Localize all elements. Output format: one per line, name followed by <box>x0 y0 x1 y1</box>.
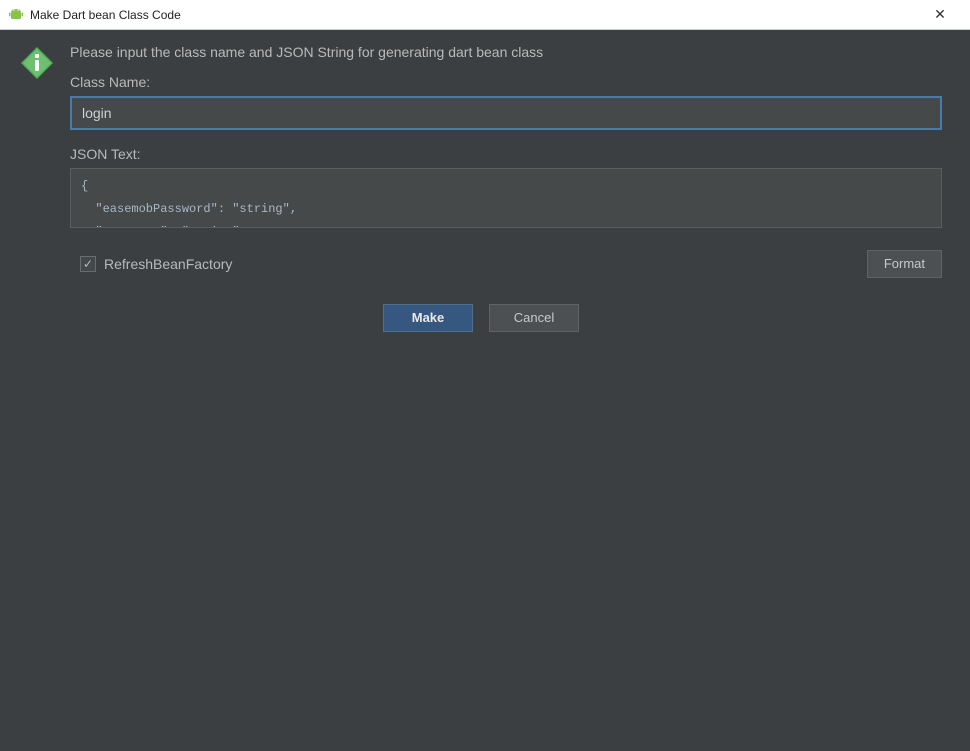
class-name-input[interactable] <box>82 105 930 121</box>
cancel-button-label: Cancel <box>514 310 554 325</box>
instruction-text: Please input the class name and JSON Str… <box>70 44 942 60</box>
dialog-button-bar: Make Cancel <box>20 278 942 342</box>
make-button[interactable]: Make <box>383 304 473 332</box>
class-name-field-wrap[interactable] <box>70 96 942 130</box>
cancel-button[interactable]: Cancel <box>489 304 579 332</box>
window-title: Make Dart bean Class Code <box>30 8 918 22</box>
refresh-checkbox[interactable]: ✓ <box>80 256 96 272</box>
checkmark-icon: ✓ <box>83 258 93 270</box>
info-icon <box>20 46 54 80</box>
close-button[interactable]: ✕ <box>918 1 962 29</box>
options-row: ✓ RefreshBeanFactory Format <box>70 250 942 278</box>
json-text-area[interactable]: { "easemobPassword": "string", "username… <box>70 168 942 228</box>
class-name-label: Class Name: <box>70 74 942 90</box>
format-button[interactable]: Format <box>867 250 942 278</box>
refresh-label: RefreshBeanFactory <box>104 256 232 272</box>
format-button-label: Format <box>884 256 925 271</box>
dialog-body: Please input the class name and JSON Str… <box>0 30 970 751</box>
make-button-label: Make <box>412 310 445 325</box>
close-icon: ✕ <box>934 6 946 23</box>
titlebar: Make Dart bean Class Code ✕ <box>0 0 970 30</box>
json-text-label: JSON Text: <box>70 146 942 162</box>
android-icon <box>8 7 24 23</box>
